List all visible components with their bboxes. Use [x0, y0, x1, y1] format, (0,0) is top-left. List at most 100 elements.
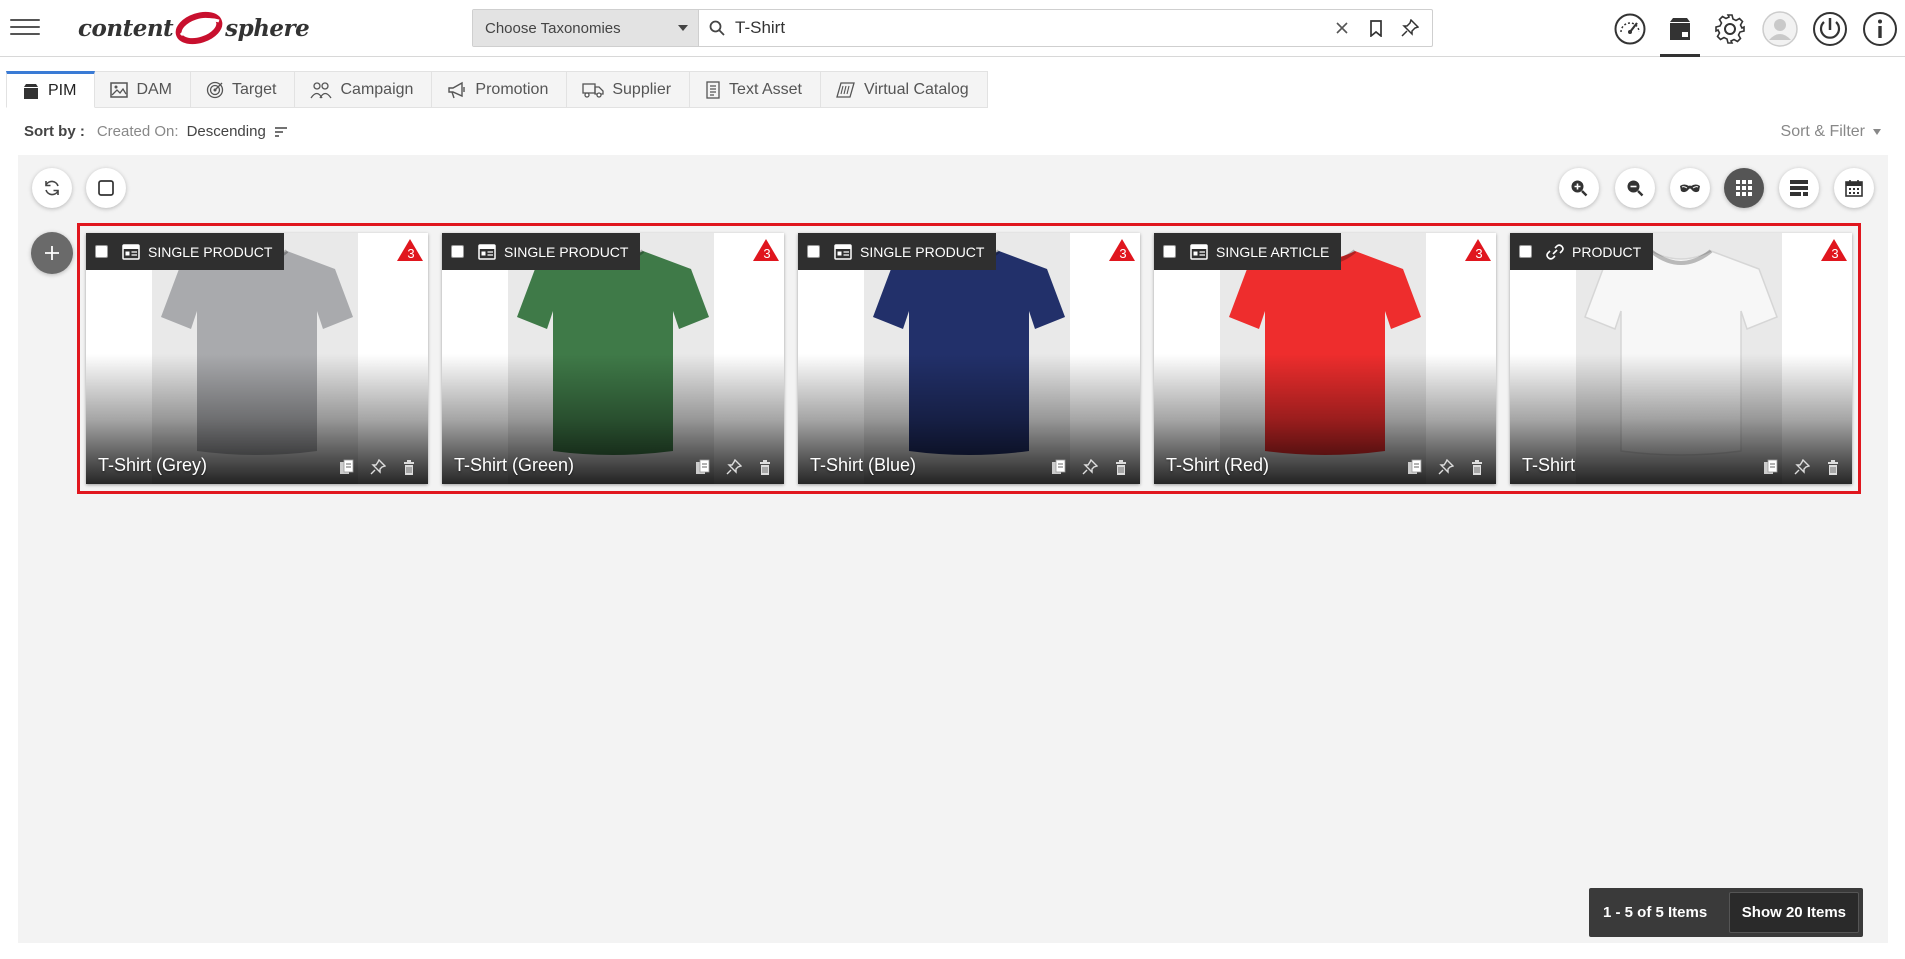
search-icon [709, 20, 725, 36]
product-icon [1190, 243, 1208, 260]
pin-icon[interactable] [1079, 457, 1101, 477]
people-icon [310, 81, 333, 98]
warning-icon[interactable]: 3 [1464, 238, 1492, 262]
product-card[interactable]: SINGLE PRODUCT 3 T-Shirt (Grey) [86, 233, 428, 484]
delete-icon[interactable] [398, 457, 420, 477]
show-items-button[interactable]: Show 20 Items [1728, 892, 1859, 933]
list-view-button[interactable] [1779, 168, 1819, 208]
tab-promotion[interactable]: Promotion [432, 71, 568, 108]
product-card[interactable]: SINGLE PRODUCT 3 T-Shirt (Green) [442, 233, 784, 484]
product-card[interactable]: SINGLE ARTICLE 3 T-Shirt (Red) [1154, 233, 1496, 484]
app-header: content sphere Choose Taxonomies [0, 0, 1905, 57]
tab-virtual-catalog[interactable]: Virtual Catalog [820, 71, 988, 108]
card-type-label: SINGLE ARTICLE [1216, 243, 1330, 260]
sort-direction[interactable]: Descending [187, 123, 266, 140]
warning-icon[interactable]: 3 [1820, 238, 1848, 262]
select-all-button[interactable] [86, 168, 126, 208]
sort-filter-label: Sort & Filter [1780, 122, 1865, 140]
dashboard-gauge-icon[interactable] [1605, 6, 1655, 52]
copy-icon[interactable] [1404, 457, 1426, 477]
warning-icon[interactable]: 3 [752, 238, 780, 262]
card-checkbox[interactable] [451, 245, 464, 258]
copy-icon[interactable] [1048, 457, 1070, 477]
tab-text-asset[interactable]: Text Asset [690, 71, 821, 108]
copy-icon[interactable] [692, 457, 714, 477]
logo[interactable]: content sphere [78, 8, 310, 48]
preview-button[interactable] [1670, 168, 1710, 208]
power-icon[interactable] [1805, 6, 1855, 52]
card-type-badge: SINGLE ARTICLE [1154, 233, 1342, 270]
pin-icon[interactable] [723, 457, 745, 477]
menu-icon[interactable] [10, 14, 40, 40]
card-type-badge: SINGLE PRODUCT [798, 233, 997, 270]
card-type-label: SINGLE PRODUCT [860, 243, 985, 260]
card-checkbox[interactable] [807, 245, 820, 258]
warning-count: 3 [407, 246, 414, 261]
sort-filter-toggle[interactable]: Sort & Filter [1781, 123, 1881, 141]
caret-down-icon [678, 25, 688, 31]
logo-swoosh-icon [175, 11, 223, 45]
product-icon [834, 243, 852, 260]
checkbox-icon [98, 180, 114, 196]
copy-icon[interactable] [1760, 457, 1782, 477]
add-item-button[interactable] [31, 232, 73, 274]
product-card[interactable]: SINGLE PRODUCT 3 T-Shirt (Blue) [798, 233, 1140, 484]
calendar-icon [1845, 180, 1863, 197]
tab-pim[interactable]: PIM [6, 71, 96, 108]
tab-target[interactable]: Target [191, 71, 296, 108]
card-title: T-Shirt (Red) [1166, 455, 1270, 475]
card-type-label: SINGLE PRODUCT [504, 243, 629, 260]
logo-word-content: content [78, 14, 174, 42]
grid-view-icon [1736, 180, 1752, 196]
module-tabs: PIM DAM Target Campaign Promotion Suppli… [6, 71, 988, 108]
user-avatar-icon[interactable] [1755, 6, 1805, 52]
tab-dam[interactable]: DAM [95, 71, 192, 108]
clear-search-icon[interactable] [1330, 16, 1354, 40]
product-icon [478, 243, 496, 260]
card-checkbox[interactable] [1163, 245, 1176, 258]
copy-icon[interactable] [336, 457, 358, 477]
refresh-button[interactable] [32, 168, 72, 208]
pin-icon[interactable] [1435, 457, 1457, 477]
card-actions [1039, 457, 1132, 477]
zoom-out-button[interactable] [1615, 168, 1655, 208]
tab-supplier[interactable]: Supplier [567, 71, 691, 108]
grid-view-button[interactable] [1724, 168, 1764, 208]
megaphone-icon [448, 81, 466, 98]
card-actions [1395, 457, 1488, 477]
tab-campaign[interactable]: Campaign [295, 71, 433, 108]
document-icon [706, 80, 720, 99]
card-title: T-Shirt (Grey) [98, 455, 208, 475]
product-icon [122, 243, 140, 260]
pin-icon[interactable] [1398, 16, 1422, 40]
plus-icon [45, 246, 59, 260]
warning-icon[interactable]: 3 [1108, 238, 1136, 262]
warning-count: 3 [1831, 246, 1838, 261]
taxonomy-select[interactable]: Choose Taxonomies [473, 10, 699, 46]
info-icon[interactable] [1855, 6, 1905, 52]
delete-icon[interactable] [754, 457, 776, 477]
delete-icon[interactable] [1466, 457, 1488, 477]
delete-icon[interactable] [1822, 457, 1844, 477]
pim-box-icon[interactable] [1655, 6, 1705, 57]
sort-lines-icon[interactable] [274, 126, 288, 138]
sort-by-label: Sort by : [24, 123, 85, 140]
bookmark-icon[interactable] [1364, 16, 1388, 40]
zoom-in-icon [1571, 180, 1588, 197]
caret-down-icon [1873, 128, 1881, 135]
truck-icon [582, 82, 604, 98]
warning-icon[interactable]: 3 [396, 238, 424, 262]
pin-icon[interactable] [1791, 457, 1813, 477]
settings-gear-icon[interactable] [1705, 6, 1755, 52]
delete-icon[interactable] [1110, 457, 1132, 477]
zoom-in-button[interactable] [1559, 168, 1599, 208]
pin-icon[interactable] [367, 457, 389, 477]
search-input[interactable] [735, 18, 1320, 38]
card-checkbox[interactable] [1519, 245, 1532, 258]
card-checkbox[interactable] [95, 245, 108, 258]
sort-field-label: Created On: [96, 123, 179, 140]
tab-label: Supplier [612, 80, 672, 98]
product-card[interactable]: PRODUCT 3 T-Shirt [1510, 233, 1852, 484]
sort-bar: Sort by : Created On: Descending Sort & … [0, 108, 1905, 155]
calendar-view-button[interactable] [1834, 168, 1874, 208]
